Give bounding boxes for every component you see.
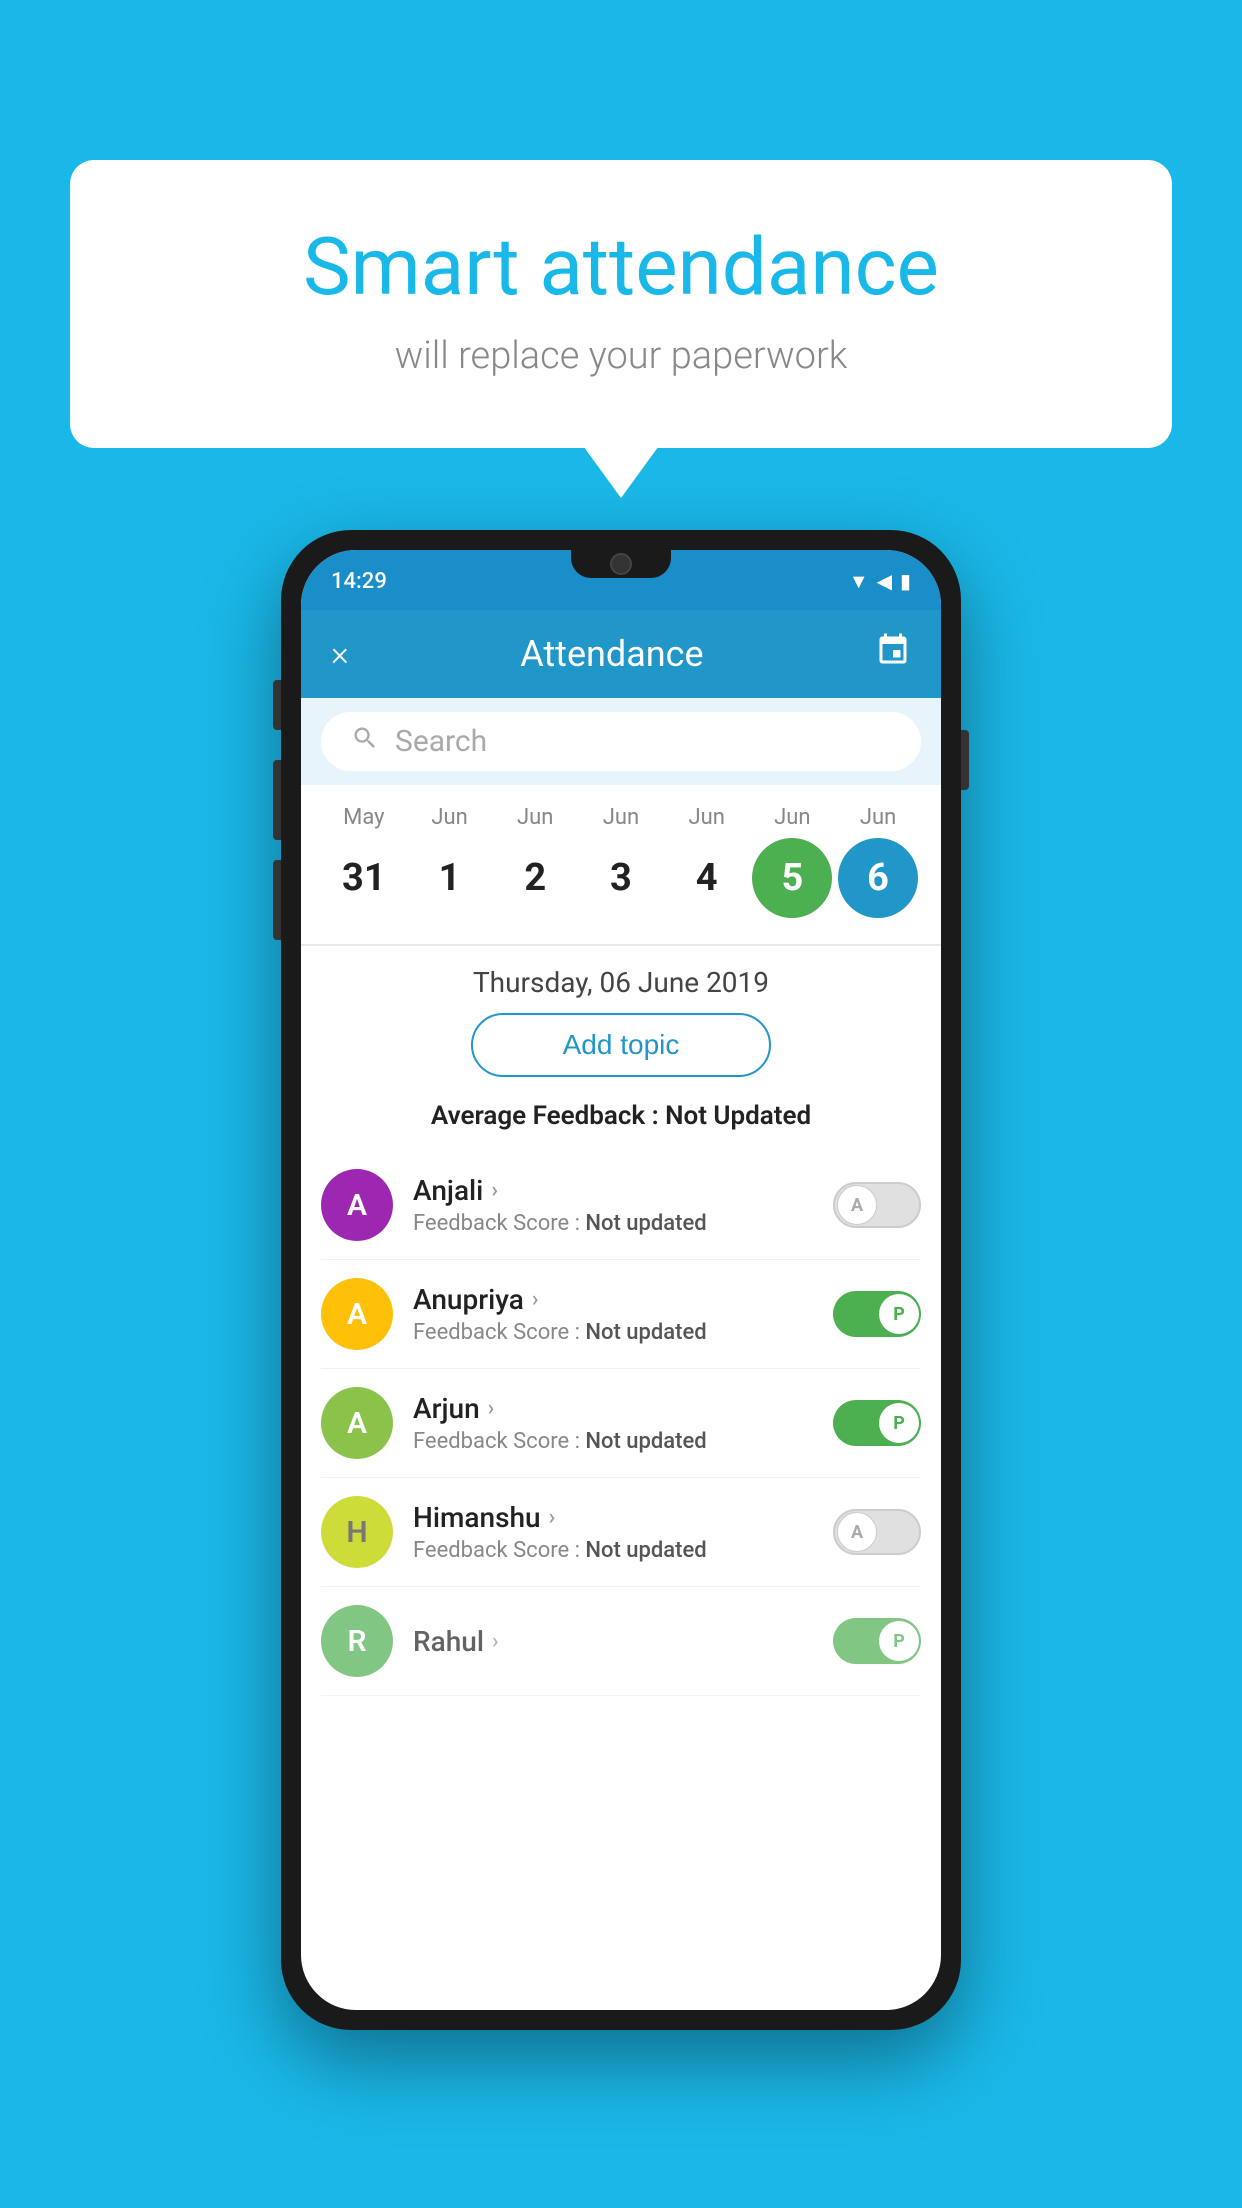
content-area: Thursday, 06 June 2019 Add topic Average…	[301, 946, 941, 1696]
phone-notch	[571, 550, 671, 578]
toggle-thumb-anjali: A	[837, 1185, 877, 1225]
date-1[interactable]: 1	[410, 838, 490, 918]
month-row: May Jun Jun Jun Jun Jun Jun	[311, 805, 931, 830]
student-info-rahul[interactable]: Rahul ›	[393, 1625, 833, 1658]
toggle-thumb-himanshu: A	[837, 1512, 877, 1552]
student-feedback-himanshu: Feedback Score : Not updated	[413, 1538, 833, 1563]
wifi-icon: ▼	[849, 569, 869, 594]
student-name-arjun[interactable]: Arjun ›	[413, 1392, 833, 1425]
student-item-anupriya: A Anupriya › Feedback Score : Not update…	[321, 1260, 921, 1369]
date-3[interactable]: 3	[581, 838, 661, 918]
student-item-rahul: R Rahul › P	[321, 1587, 921, 1696]
month-jun5: Jun	[752, 805, 832, 830]
student-feedback-anupriya: Feedback Score : Not updated	[413, 1320, 833, 1345]
signal-icon: ◀	[877, 569, 892, 593]
battery-icon: ▮	[900, 569, 911, 593]
month-may: May	[324, 805, 404, 830]
month-jun2: Jun	[495, 805, 575, 830]
chevron-anjali: ›	[491, 1178, 498, 1203]
toggle-thumb-arjun: P	[879, 1403, 919, 1443]
avg-feedback-label: Average Feedback :	[431, 1101, 665, 1131]
close-button[interactable]: ×	[331, 634, 349, 674]
search-icon	[351, 724, 379, 759]
speech-bubble-container: Smart attendance will replace your paper…	[70, 160, 1172, 448]
student-info-arjun[interactable]: Arjun › Feedback Score : Not updated	[393, 1392, 833, 1454]
speech-bubble: Smart attendance will replace your paper…	[70, 160, 1172, 448]
date-2[interactable]: 2	[495, 838, 575, 918]
toggle-anupriya[interactable]: P	[833, 1291, 921, 1337]
avatar-himanshu: H	[321, 1496, 393, 1568]
volume-up-button	[273, 760, 281, 840]
student-feedback-anjali: Feedback Score : Not updated	[413, 1211, 833, 1236]
speech-bubble-subtitle: will replace your paperwork	[150, 334, 1092, 378]
date-6-selected[interactable]: 6	[838, 838, 918, 918]
speech-bubble-title: Smart attendance	[150, 220, 1092, 314]
toggle-rahul[interactable]: P	[833, 1618, 921, 1664]
toggle-thumb-rahul: P	[879, 1621, 919, 1661]
student-info-anupriya[interactable]: Anupriya › Feedback Score : Not updated	[393, 1283, 833, 1345]
student-name-rahul[interactable]: Rahul ›	[413, 1625, 833, 1658]
month-jun6: Jun	[838, 805, 918, 830]
avatar-rahul: R	[321, 1605, 393, 1677]
power-button	[961, 730, 969, 790]
calendar-icon[interactable]	[875, 632, 911, 676]
student-info-himanshu[interactable]: Himanshu › Feedback Score : Not updated	[393, 1501, 833, 1563]
app-header: × Attendance	[301, 610, 941, 698]
avatar-arjun: A	[321, 1387, 393, 1459]
student-name-anupriya[interactable]: Anupriya ›	[413, 1283, 833, 1316]
student-name-himanshu[interactable]: Himanshu ›	[413, 1501, 833, 1534]
student-info-anjali[interactable]: Anjali › Feedback Score : Not updated	[393, 1174, 833, 1236]
toggle-switch-himanshu[interactable]: A	[833, 1509, 921, 1555]
status-icons: ▼ ◀ ▮	[849, 569, 911, 594]
avg-feedback: Average Feedback : Not Updated	[301, 1093, 941, 1151]
chevron-himanshu: ›	[549, 1505, 556, 1530]
toggle-switch-arjun[interactable]: P	[833, 1400, 921, 1446]
selected-date-label: Thursday, 06 June 2019	[301, 946, 941, 1013]
toggle-switch-rahul[interactable]: P	[833, 1618, 921, 1664]
student-item-anjali: A Anjali › Feedback Score : Not updated	[321, 1151, 921, 1260]
front-camera	[610, 553, 632, 575]
student-feedback-arjun: Feedback Score : Not updated	[413, 1429, 833, 1454]
search-placeholder: Search	[395, 724, 487, 759]
avatar-anjali: A	[321, 1169, 393, 1241]
chevron-arjun: ›	[488, 1396, 495, 1421]
add-topic-button[interactable]: Add topic	[471, 1013, 771, 1077]
toggle-arjun[interactable]: P	[833, 1400, 921, 1446]
calendar-row: May Jun Jun Jun Jun Jun Jun 31 1 2 3 4 5…	[301, 785, 941, 944]
date-4[interactable]: 4	[667, 838, 747, 918]
toggle-anjali[interactable]: A	[833, 1182, 921, 1228]
chevron-rahul: ›	[492, 1629, 499, 1654]
search-bar[interactable]: Search	[321, 712, 921, 771]
date-row: 31 1 2 3 4 5 6	[311, 830, 931, 934]
month-jun3: Jun	[581, 805, 661, 830]
chevron-anupriya: ›	[532, 1287, 539, 1312]
toggle-thumb-anupriya: P	[879, 1294, 919, 1334]
month-jun4: Jun	[667, 805, 747, 830]
toggle-switch-anupriya[interactable]: P	[833, 1291, 921, 1337]
phone-body: 14:29 ▼ ◀ ▮ × Attendance	[281, 530, 961, 2030]
avatar-anupriya: A	[321, 1278, 393, 1350]
header-title: Attendance	[520, 633, 703, 675]
toggle-himanshu[interactable]: A	[833, 1509, 921, 1555]
student-list: A Anjali › Feedback Score : Not updated	[301, 1151, 941, 1696]
student-item-himanshu: H Himanshu › Feedback Score : Not update…	[321, 1478, 921, 1587]
phone-screen: 14:29 ▼ ◀ ▮ × Attendance	[301, 550, 941, 2010]
student-item-arjun: A Arjun › Feedback Score : Not updated	[321, 1369, 921, 1478]
phone-mockup: 14:29 ▼ ◀ ▮ × Attendance	[281, 530, 961, 2030]
month-jun1: Jun	[410, 805, 490, 830]
avg-feedback-value: Not Updated	[665, 1101, 811, 1131]
silent-button	[273, 680, 281, 730]
toggle-switch-anjali[interactable]: A	[833, 1182, 921, 1228]
search-container: Search	[301, 698, 941, 785]
status-time: 14:29	[331, 569, 387, 594]
date-5-today[interactable]: 5	[752, 838, 832, 918]
date-31[interactable]: 31	[324, 838, 404, 918]
volume-down-button	[273, 860, 281, 940]
student-name-anjali[interactable]: Anjali ›	[413, 1174, 833, 1207]
